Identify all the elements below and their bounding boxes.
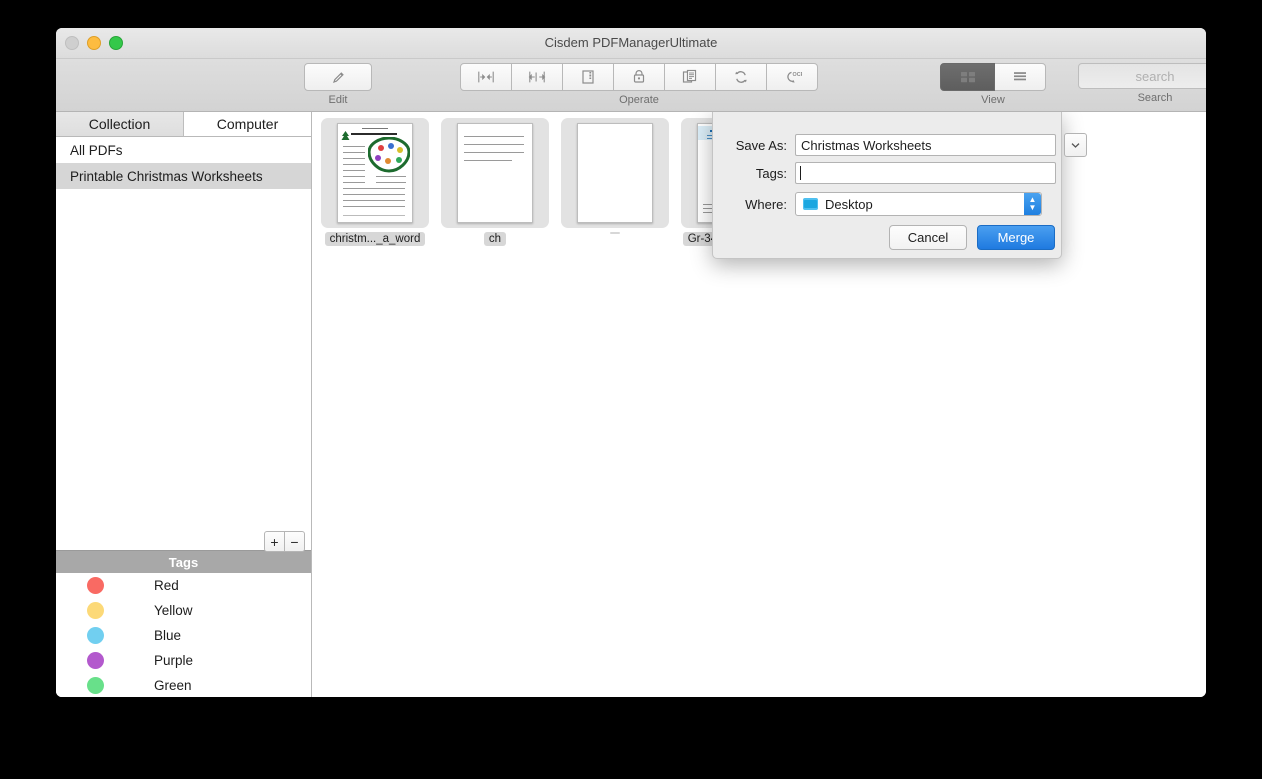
tags-row: Tags: — [721, 162, 1056, 184]
window-title: Cisdem PDFManagerUltimate — [544, 35, 718, 50]
tag-item-red[interactable]: Red — [56, 573, 311, 598]
tag-label-green: Green — [154, 678, 192, 693]
thumbnail-item[interactable]: christm..._a_word — [319, 118, 431, 246]
remove-source-button[interactable]: − — [285, 531, 305, 552]
tab-collection-label: Collection — [88, 116, 151, 132]
tag-item-purple[interactable]: Purple — [56, 648, 311, 673]
where-label: Where: — [745, 196, 787, 212]
toolbar-group-search: search Search — [1078, 63, 1206, 104]
convert-button[interactable] — [716, 63, 767, 91]
source-list: All PDFs Printable Christmas Worksheets — [56, 137, 311, 189]
tag-color-dot-green — [87, 677, 104, 694]
add-source-button[interactable]: + — [264, 531, 285, 552]
chevron-down-icon: ▼ — [1028, 203, 1037, 212]
toolbar-group-operate-label: Operate — [619, 94, 659, 106]
thumbnail-label — [610, 232, 620, 234]
thumbnail-label: christm..._a_word — [324, 232, 426, 246]
title-bar: Cisdem PDFManagerUltimate — [56, 28, 1206, 59]
tag-color-dot-yellow — [87, 602, 104, 619]
thumbnail-item[interactable]: ch — [439, 118, 551, 246]
search-placeholder: search — [1135, 68, 1175, 84]
tag-color-dot-purple — [87, 652, 104, 669]
tab-computer[interactable]: Computer — [184, 112, 311, 137]
tag-label-red: Red — [154, 578, 179, 593]
toolbar-group-operate: OCR Operate — [460, 63, 818, 106]
toolbar-group-edit: Edit — [304, 63, 372, 106]
search-input[interactable]: search — [1078, 63, 1206, 89]
folder-icon — [803, 198, 818, 210]
list-view-button[interactable] — [995, 63, 1046, 91]
tags-input[interactable] — [795, 162, 1056, 184]
thumbnail-preview — [441, 118, 549, 228]
tags-label: Tags: — [755, 165, 787, 181]
tag-label-blue: Blue — [154, 628, 182, 643]
source-list-controls: + − — [264, 531, 305, 552]
save-as-label: Save As: — [735, 137, 787, 153]
tag-list: Red Yellow Blue Purple Green — [56, 573, 311, 697]
sidebar-item-printable-christmas-worksheets[interactable]: Printable Christmas Worksheets — [56, 163, 311, 189]
thumbnail-preview — [321, 118, 429, 228]
tag-color-dot-blue — [87, 627, 104, 644]
extract-button[interactable] — [665, 63, 716, 91]
where-stepper-icon[interactable]: ▲ ▼ — [1024, 193, 1041, 215]
toolbar: Edit OC Operate View search Search — [56, 59, 1206, 112]
where-row: Where: Desktop ▲ ▼ — [721, 192, 1042, 216]
sidebar-tabs: Collection Computer — [56, 112, 311, 137]
window-body: Collection Computer All PDFs Printable C… — [56, 112, 1206, 697]
sidebar: Collection Computer All PDFs Printable C… — [56, 112, 312, 697]
svg-text:OCR: OCR — [793, 72, 803, 78]
thumbnail-item[interactable] — [559, 118, 671, 246]
toolbar-group-edit-label: Edit — [328, 94, 348, 106]
split-button[interactable] — [512, 63, 563, 91]
app-window: Cisdem PDFManagerUltimate Edit OC Operat… — [56, 28, 1206, 697]
merge-confirm-button[interactable]: Merge — [977, 225, 1055, 250]
save-as-value: Christmas Worksheets — [801, 137, 932, 153]
cancel-button[interactable]: Cancel — [889, 225, 967, 250]
expand-browser-button[interactable] — [1064, 133, 1087, 157]
tag-item-blue[interactable]: Blue — [56, 623, 311, 648]
sidebar-item-printable-christmas-worksheets-label: Printable Christmas Worksheets — [70, 168, 263, 184]
save-as-row: Save As: Christmas Worksheets — [721, 133, 1087, 157]
tag-label-yellow: Yellow — [154, 603, 193, 618]
ocr-button[interactable]: OCR — [767, 63, 818, 91]
sidebar-item-all-pdfs[interactable]: All PDFs — [56, 137, 311, 163]
text-caret — [800, 166, 801, 180]
tag-color-dot-red — [87, 577, 104, 594]
content-area: christm..._a_word ch Save As: Christmas … — [312, 112, 1206, 697]
tag-label-purple: Purple — [154, 653, 194, 668]
document-page-art-plain — [577, 123, 653, 223]
tab-computer-label: Computer — [216, 116, 279, 132]
thumbnail-label: ch — [483, 232, 507, 246]
source-list-empty-space — [56, 189, 311, 550]
merge-button[interactable] — [460, 63, 512, 91]
encrypt-button[interactable] — [614, 63, 665, 91]
where-dropdown[interactable]: Desktop ▲ ▼ — [795, 192, 1042, 216]
where-value: Desktop — [825, 196, 873, 212]
tags-section-header: Tags — [56, 550, 311, 573]
toolbar-group-view-label: View — [981, 94, 1005, 106]
save-as-input[interactable]: Christmas Worksheets — [795, 134, 1056, 156]
dialog-buttons: Cancel Merge — [889, 225, 1055, 250]
document-page-art-plain — [457, 123, 533, 223]
document-page-art-word-search — [337, 123, 413, 223]
toolbar-group-search-label: Search — [1137, 92, 1173, 104]
tag-item-yellow[interactable]: Yellow — [56, 598, 311, 623]
edit-button[interactable] — [304, 63, 372, 91]
compress-button[interactable] — [563, 63, 614, 91]
sidebar-item-all-pdfs-label: All PDFs — [70, 142, 123, 158]
tag-item-green[interactable]: Green — [56, 673, 311, 697]
tab-collection[interactable]: Collection — [56, 112, 184, 137]
save-dialog: Save As: Christmas Worksheets Tags: Wher… — [712, 112, 1087, 259]
thumbnail-preview — [561, 118, 669, 228]
grid-view-button[interactable] — [940, 63, 995, 91]
toolbar-group-view: View — [940, 63, 1046, 106]
